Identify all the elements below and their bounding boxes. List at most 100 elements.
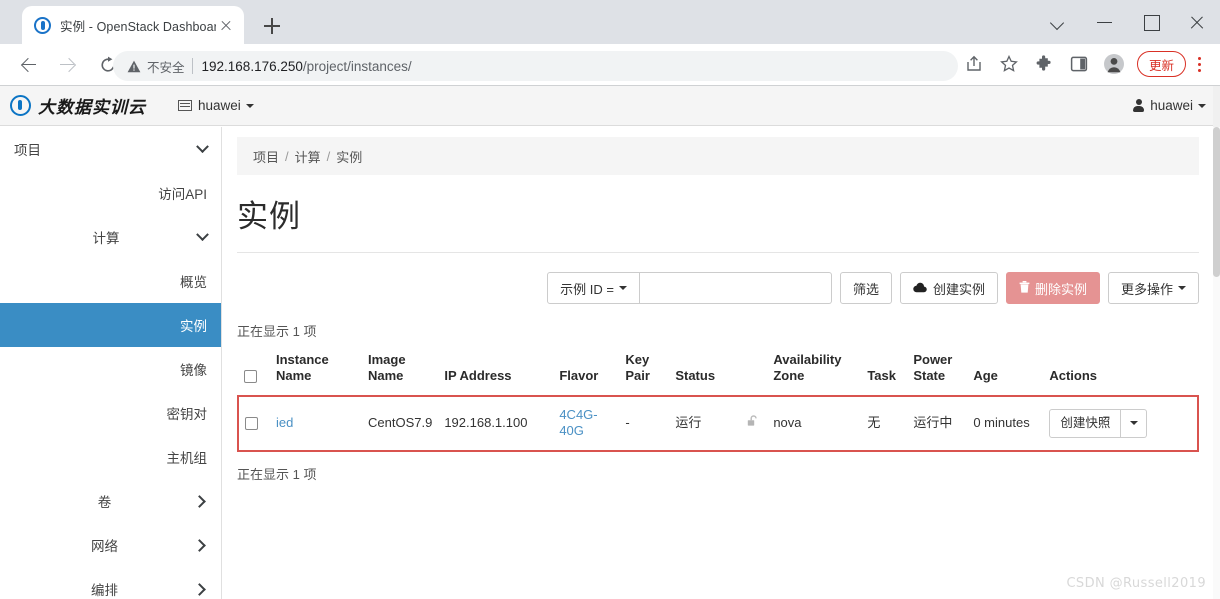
sidebar-item-instances[interactable]: 实例: [0, 303, 221, 347]
column-key-pair[interactable]: Key Pair: [619, 346, 670, 397]
extensions-icon[interactable]: [1028, 48, 1060, 80]
user-menu[interactable]: huawei: [1133, 98, 1206, 113]
column-instance-name[interactable]: Instance Name: [270, 346, 362, 397]
browser-tab[interactable]: 实例 - OpenStack Dashboard: [22, 6, 244, 44]
sidebar-item-volumes[interactable]: 卷: [0, 479, 221, 523]
column-age[interactable]: Age: [967, 346, 1044, 397]
create-snapshot-button[interactable]: 创建快照: [1049, 408, 1122, 438]
bookmark-star-icon[interactable]: [993, 48, 1025, 80]
filter-field-dropdown[interactable]: 示例 ID =: [547, 272, 640, 304]
row-checkbox[interactable]: [245, 417, 258, 430]
browser-window: 实例 - OpenStack Dashboard 不安全 192.168.176…: [0, 0, 1220, 599]
flavor-link[interactable]: 4C4G-40G: [559, 407, 597, 439]
maximize-button[interactable]: [1128, 0, 1174, 44]
column-power-state[interactable]: Power State: [907, 346, 968, 397]
sidebar-item-overview[interactable]: 概览: [0, 259, 221, 303]
brand-name: 大数据实训云: [38, 98, 146, 118]
select-all-checkbox[interactable]: [244, 370, 257, 384]
main-content: 项目 / 计算 / 实例 实例 示例 ID = 筛选 创建实例 删除实例 更多操…: [223, 127, 1213, 599]
row-actions-dropdown-button[interactable]: [1121, 408, 1148, 438]
create-instance-label: 创建实例: [932, 281, 985, 297]
table-header-row: Instance Name Image Name IP Address Flav…: [238, 346, 1198, 397]
chevron-right-icon: [193, 494, 206, 508]
sidebar-item-images[interactable]: 镜像: [0, 347, 221, 391]
chevron-right-icon: [193, 582, 206, 596]
share-icon[interactable]: [958, 48, 990, 80]
security-status-label: 不安全: [147, 60, 185, 75]
update-button[interactable]: 更新: [1136, 51, 1186, 77]
delete-instance-button[interactable]: 删除实例: [1005, 272, 1100, 304]
filter-button[interactable]: 筛选: [839, 272, 892, 304]
forward-arrow-icon[interactable]: [50, 47, 86, 83]
sidebar-item-network[interactable]: 网络: [0, 523, 221, 567]
page-scrollbar[interactable]: [1213, 127, 1220, 599]
watermark: CSDN @Russell2019: [1066, 576, 1206, 591]
search-input[interactable]: [639, 272, 832, 304]
filter-field-label: 示例 ID =: [560, 281, 614, 297]
url-host: 192.168.176.250: [201, 58, 303, 74]
sidebar-item-label: 网络: [91, 539, 118, 554]
breadcrumb-item-project[interactable]: 项目: [253, 147, 279, 166]
cell-instance-name: ied: [270, 395, 362, 453]
create-instance-button[interactable]: 创建实例: [899, 272, 998, 304]
column-flavor[interactable]: Flavor: [553, 346, 620, 397]
scrollbar-thumb[interactable]: [1213, 127, 1220, 277]
toolbar-icon-group: 更新: [958, 48, 1212, 80]
breadcrumb-separator: /: [326, 148, 331, 164]
breadcrumb-item-compute[interactable]: 计算: [295, 147, 321, 166]
table-row: ied CentOS7.9 192.168.1.100 4C4G-40G - 运…: [237, 395, 1199, 453]
sidebar-item-label: 实例: [180, 319, 207, 334]
close-window-button[interactable]: [1174, 0, 1220, 44]
cell-age: 0 minutes: [967, 395, 1044, 453]
cell-actions: 创建快照: [1043, 395, 1199, 453]
project-icon: [178, 100, 192, 111]
tab-search-chevron-down-icon[interactable]: [1036, 0, 1082, 44]
sidebar-item-api-access[interactable]: 访问API: [0, 171, 221, 215]
new-tab-button[interactable]: [258, 12, 286, 40]
column-availability-zone[interactable]: Availability Zone: [767, 346, 862, 397]
column-image-name[interactable]: Image Name: [362, 346, 439, 397]
project-selector[interactable]: huawei: [178, 98, 254, 113]
chevron-right-icon: [193, 538, 206, 552]
user-menu-label: huawei: [1150, 98, 1193, 113]
chevron-down-icon: [196, 139, 209, 153]
cell-task: 无: [861, 395, 908, 453]
instance-name-link[interactable]: ied: [276, 415, 293, 430]
close-icon[interactable]: [216, 15, 236, 35]
tab-title: 实例 - OpenStack Dashboard: [60, 19, 216, 34]
column-task[interactable]: Task: [861, 346, 908, 397]
browser-menu-button[interactable]: [1186, 48, 1212, 80]
row-select-cell: [237, 395, 270, 453]
sidebar-item-label: 编排: [91, 583, 118, 598]
more-actions-button[interactable]: 更多操作: [1107, 272, 1199, 304]
url-text: 192.168.176.250/project/instances/: [202, 59, 412, 74]
result-count-bottom: 正在显示 1 项: [237, 467, 317, 483]
column-ip-address[interactable]: IP Address: [438, 346, 554, 397]
sidebar-item-label: 访问API: [158, 187, 207, 202]
sidebar-item-server-groups[interactable]: 主机组: [0, 435, 221, 479]
sidebar-item-compute[interactable]: 计算: [0, 215, 221, 259]
sidebar-item-label: 镜像: [180, 363, 207, 378]
sidebar-item-key-pairs[interactable]: 密钥对: [0, 391, 221, 435]
minimize-button[interactable]: [1082, 0, 1128, 44]
sidebar-item-label: 概览: [180, 275, 207, 290]
chevron-down-icon: [196, 227, 209, 241]
window-controls: [1036, 0, 1220, 44]
column-status[interactable]: Status: [669, 346, 742, 397]
column-lock: [741, 346, 768, 397]
table-toolbar: 示例 ID = 筛选 创建实例 删除实例 更多操作: [237, 265, 1199, 311]
back-arrow-icon[interactable]: [10, 47, 46, 83]
dashboard-header: 大数据实训云 huawei huawei: [0, 86, 1220, 126]
unlocked-padlock-icon: [747, 415, 760, 427]
cell-availability-zone: nova: [767, 395, 862, 453]
brand-logo[interactable]: 大数据实训云: [10, 93, 146, 118]
sidebar-item-label: 密钥对: [166, 407, 208, 422]
profile-avatar-icon[interactable]: [1098, 48, 1130, 80]
sidebar-item-orchestration[interactable]: 编排: [0, 567, 221, 599]
side-panel-icon[interactable]: [1063, 48, 1095, 80]
cell-status: 运行: [669, 395, 742, 453]
sidebar-item-project[interactable]: 项目: [0, 127, 221, 171]
page-title: 实例: [237, 199, 301, 234]
address-bar[interactable]: 不安全 192.168.176.250/project/instances/: [113, 51, 958, 81]
openstack-logo-icon: [10, 95, 31, 116]
